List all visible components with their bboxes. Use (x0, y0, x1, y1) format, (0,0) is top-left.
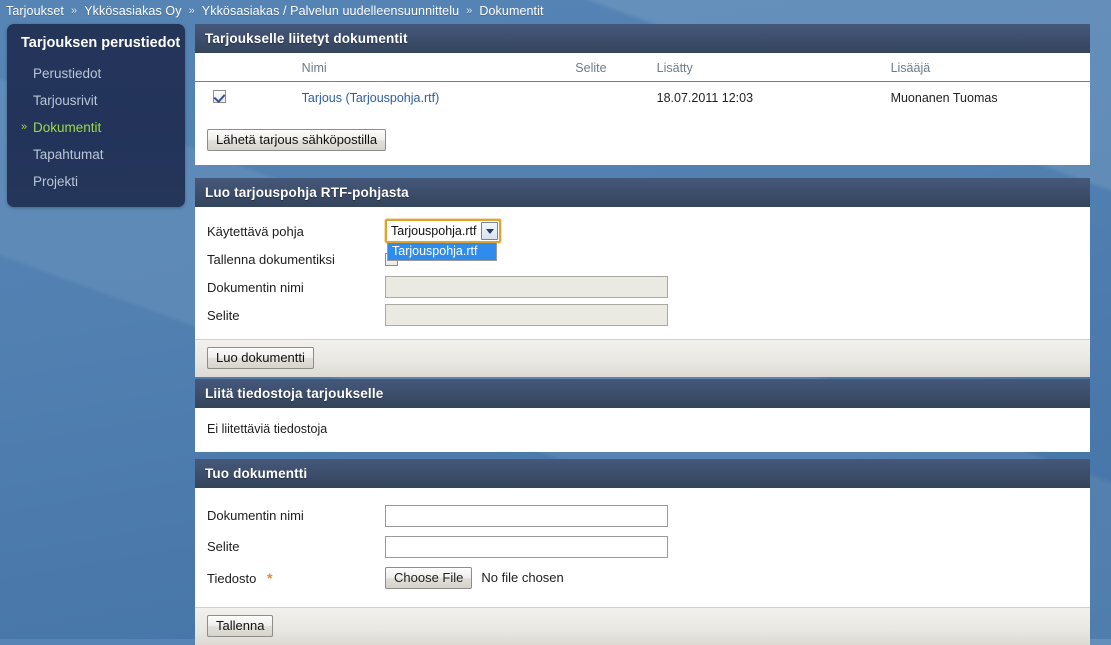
row-name-cell: Tarjous (Tarjouspohja.rtf) (236, 82, 572, 116)
template-select[interactable]: Tarjouspohja.rtf (385, 219, 501, 243)
documents-table: Nimi Selite Lisätty Lisääjä Tarjous (Tar… (195, 53, 1090, 115)
row-document-name: Dokumentin nimi (195, 273, 1090, 301)
column-header-nimi: Nimi (235, 53, 572, 82)
sidebar-item-label: Projekti (33, 174, 79, 189)
row-added-cell: 18.07.2011 12:03 (656, 91, 754, 105)
table-row: Tarjous (Tarjouspohja.rtf) 18.07.2011 12… (195, 82, 1090, 116)
breadcrumb: Tarjoukset » Ykkösasiakas Oy » Ykkösasia… (0, 0, 1111, 22)
row-template-select: Käytettävä pohja Tarjouspohja.rtf Tarjou… (195, 217, 1090, 261)
row-import-selite: Selite (195, 531, 1090, 562)
row-import-file: Tiedosto * Choose File No file chosen (195, 562, 1090, 593)
label-tiedosto: Tiedosto * (195, 570, 385, 586)
sidebar-item-label: Dokumentit (33, 120, 102, 135)
column-header-selite: Selite (571, 53, 653, 82)
label-selite: Selite (207, 307, 240, 323)
save-button[interactable]: Tallenna (207, 615, 274, 637)
row-save-as-document: Tallenna dokumentiksi (195, 245, 1090, 273)
send-offer-toolbar: Lähetä tarjous sähköpostilla (195, 115, 1090, 165)
breadcrumb-separator-icon: » (70, 5, 78, 17)
template-select-wrapper: Tarjouspohja.rtf Tarjouspohja.rtf (385, 219, 501, 261)
rtf-template-body: Käytettävä pohja Tarjouspohja.rtf Tarjou… (195, 207, 1090, 339)
rtf-template-panel: Luo tarjouspohja RTF-pohjasta Käytettävä… (195, 178, 1090, 377)
breadcrumb-item-offer[interactable]: Ykkösasiakas / Palvelun uudelleensuunnit… (202, 4, 459, 18)
label-dokumentin-nimi: Dokumentin nimi (207, 279, 304, 295)
row-selite-cell (571, 82, 652, 116)
sidebar-item-label: Tarjousrivit (33, 93, 98, 108)
label-kaytettava-pohja: Käytettävä pohja (207, 223, 304, 239)
create-document-button[interactable]: Luo dokumentti (207, 347, 314, 369)
attached-documents-title: Tarjoukselle liitetyt dokumentit (195, 24, 1090, 53)
document-name-input[interactable] (385, 276, 668, 298)
sidebar: Tarjouksen perustiedot Perustiedot Tarjo… (7, 24, 185, 207)
file-input[interactable]: Choose File No file chosen (385, 566, 564, 589)
row-select-cell (195, 82, 236, 116)
active-marker-icon: » (21, 121, 28, 133)
document-link[interactable]: Tarjous (Tarjouspohja.rtf) (302, 91, 440, 105)
sidebar-item-label: Perustiedot (33, 66, 102, 81)
import-selite-input[interactable] (385, 535, 668, 558)
row-selite: Selite (195, 301, 1090, 329)
import-document-panel: Tuo dokumentti Dokumentin nimi Selite Ti… (195, 459, 1090, 645)
breadcrumb-item-customer[interactable]: Ykkösasiakas Oy (84, 4, 181, 18)
attach-files-title: Liitä tiedostoja tarjoukselle (195, 379, 1090, 408)
column-header-lisaaja: Lisääjä (886, 53, 1090, 82)
selite-input[interactable] (385, 304, 668, 326)
rtf-template-title: Luo tarjouspohja RTF-pohjasta (195, 178, 1090, 207)
column-header-lisatty: Lisätty (652, 53, 887, 82)
import-document-name-input[interactable] (385, 504, 668, 527)
label-import-dokumentin-nimi: Dokumentin nimi (207, 508, 304, 523)
row-addedby-cell: Muonanen Tuomas (890, 91, 998, 105)
label-tiedosto-text: Tiedosto (207, 570, 257, 586)
template-select-value: Tarjouspohja.rtf (391, 224, 477, 238)
label-import-selite: Selite (207, 539, 240, 554)
attach-files-body: Ei liitettäviä tiedostoja (195, 408, 1090, 452)
sidebar-item-dokumentit[interactable]: » Dokumentit (7, 114, 185, 141)
sidebar-item-tarjousrivit[interactable]: Tarjousrivit (7, 87, 185, 114)
choose-file-button[interactable]: Choose File (385, 566, 473, 589)
breadcrumb-item-dokumentit[interactable]: Dokumentit (479, 4, 543, 18)
import-document-body: Dokumentin nimi Selite Tiedosto * Choose… (195, 488, 1090, 607)
attach-files-panel: Liitä tiedostoja tarjoukselle Ei liitett… (195, 379, 1090, 452)
attached-documents-panel: Tarjoukselle liitetyt dokumentit Nimi Se… (195, 24, 1090, 165)
attached-documents-body: Nimi Selite Lisätty Lisääjä Tarjous (Tar… (195, 53, 1090, 165)
breadcrumb-item-tarjoukset[interactable]: Tarjoukset (6, 4, 64, 18)
row-import-document-name: Dokumentin nimi (195, 500, 1090, 531)
sidebar-item-tapahtumat[interactable]: Tapahtumat (7, 141, 185, 168)
chevron-down-icon[interactable] (481, 222, 498, 240)
template-option[interactable]: Tarjouspohja.rtf (388, 243, 496, 260)
required-marker-icon: * (267, 569, 273, 586)
column-header-select (195, 53, 236, 82)
file-status-text: No file chosen (481, 570, 564, 585)
import-document-title: Tuo dokumentti (195, 459, 1090, 488)
attach-files-empty-message: Ei liitettäviä tiedostoja (207, 422, 328, 436)
rtf-template-footer: Luo dokumentti (195, 339, 1090, 377)
sidebar-item-projekti[interactable]: Projekti (7, 168, 185, 195)
send-offer-by-email-button[interactable]: Lähetä tarjous sähköpostilla (207, 129, 387, 151)
row-checkbox[interactable] (213, 90, 226, 103)
breadcrumb-separator-icon: » (188, 5, 195, 17)
table-header-row: Nimi Selite Lisätty Lisääjä (195, 53, 1090, 82)
import-document-footer: Tallenna (195, 607, 1090, 645)
template-select-options: Tarjouspohja.rtf (387, 243, 497, 261)
sidebar-item-label: Tapahtumat (33, 147, 104, 162)
sidebar-title: Tarjouksen perustiedot (21, 35, 181, 51)
breadcrumb-separator-icon: » (466, 5, 473, 17)
sidebar-item-perustiedot[interactable]: Perustiedot (7, 60, 185, 87)
label-tallenna-dokumentiksi: Tallenna dokumentiksi (207, 251, 335, 267)
